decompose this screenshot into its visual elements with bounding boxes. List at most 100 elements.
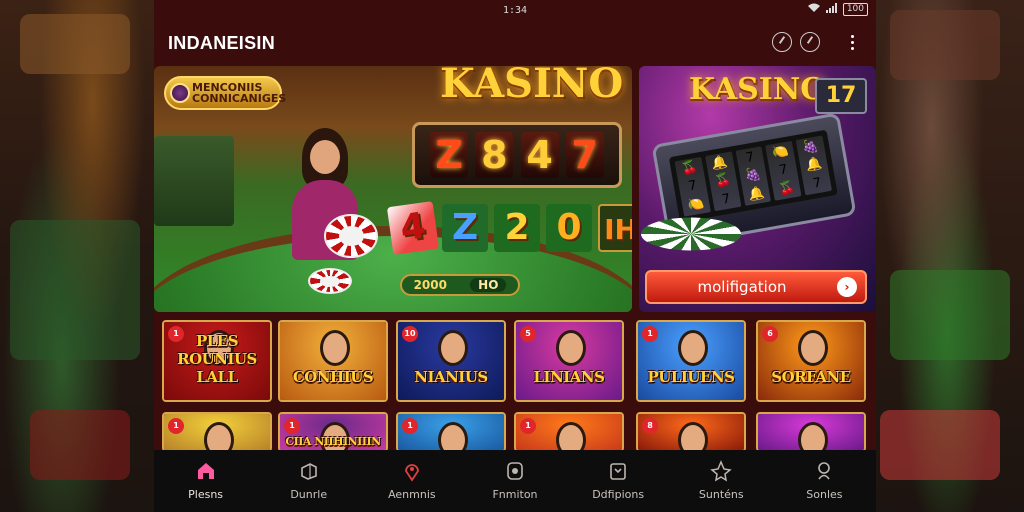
hero-banner-side[interactable]: KASINO 17 🍒 7 🍋 🔔 🍒 7 7 🍇 🔔 🍋 7 🍒 🍇 🔔 7 molifigati… (639, 66, 876, 312)
nav-item[interactable]: Dunrle (257, 450, 360, 512)
app-actions (772, 32, 862, 52)
hero-banner-main[interactable]: MENCONIIS CONNICANIGES KASINO Z 8 4 7 4 … (154, 66, 632, 312)
bet-value: HO (470, 278, 507, 292)
poker-chip-icon (324, 214, 378, 258)
search-icon (813, 460, 835, 482)
game-tile[interactable]: 5 LINIANS (514, 320, 624, 402)
app-title: INDANEISIN (168, 32, 276, 53)
app-screen: 1:34 100 INDANEISIN MENCONIIS CONNICANIG… (154, 0, 876, 512)
nav-item[interactable]: Fnmiton (463, 450, 566, 512)
nav-label: Fnmiton (492, 488, 538, 501)
game-badge: 8 (642, 418, 658, 434)
dice-icon (298, 460, 320, 482)
bet-pill: 2000 HO (400, 274, 520, 296)
game-tile[interactable]: 1 PULIUENS (636, 320, 746, 402)
nav-item[interactable]: Plesns (154, 450, 257, 512)
character-portrait (798, 422, 828, 450)
arrow-right-icon: › (837, 277, 857, 297)
game-badge: 1 (642, 326, 658, 342)
number-tile: 2 (494, 204, 540, 252)
game-tile[interactable]: 6 SORFANE (756, 320, 866, 402)
status-bar: 1:34 100 (154, 0, 876, 20)
poker-chip-icon (308, 268, 352, 294)
game-badge: 10 (402, 326, 418, 342)
nav-label: Dunrle (290, 488, 328, 501)
character-portrait (204, 422, 234, 450)
character-portrait (556, 422, 586, 450)
game-tile[interactable]: 1 CIIA NIIHINIIIN (278, 412, 388, 452)
background-table (154, 136, 234, 226)
welcome-badge-text: MENCONIIS CONNICANIGES (192, 81, 287, 105)
game-tile[interactable]: 1 (162, 412, 272, 452)
nav-item[interactable]: Ddfipions (567, 450, 670, 512)
nav-label: Aenmnis (388, 488, 436, 501)
game-tile[interactable]: CONHIUS (278, 320, 388, 402)
backdrop-left (0, 0, 154, 512)
game-badge: 1 (402, 418, 418, 434)
character-portrait (438, 330, 468, 366)
location-icon (401, 460, 423, 482)
game-tile[interactable]: 1 PLES ROUNIUS LALL (162, 320, 272, 402)
cta-button[interactable]: molifigation › (645, 270, 867, 304)
game-tile[interactable]: 8 (636, 412, 746, 452)
number-tile: 4 (386, 201, 440, 255)
number-tile: 0 (546, 204, 592, 252)
character-portrait (678, 330, 708, 366)
nav-item[interactable]: Sonles (773, 450, 876, 512)
game-tile[interactable] (756, 412, 866, 452)
calendar-icon (607, 460, 629, 482)
nav-label: Plesns (188, 488, 224, 501)
status-time: 1:34 (502, 4, 528, 16)
game-tile[interactable]: 10 NIANIUS (396, 320, 506, 402)
game-badge: 1 (168, 418, 184, 434)
number-tiles: 4 Z 2 0 IH (386, 201, 632, 255)
number-tile: Z (442, 204, 488, 252)
character-portrait (438, 422, 468, 450)
battery-icon: 100 (842, 3, 868, 16)
card-icon (504, 460, 526, 482)
bottom-nav: Plesns Dunrle Aenmnis Fnmiton Ddfipions Sunté… (154, 450, 876, 512)
reel-digit: 8 (475, 132, 514, 178)
status-icons: 100 (807, 3, 868, 16)
hero-side-title: KASINO (689, 72, 827, 107)
game-title: NIANIUS (414, 368, 488, 386)
reel-digit: 4 (520, 132, 559, 178)
nav-label: Ddfipions (592, 488, 645, 501)
reel-display: Z 8 4 7 (412, 122, 622, 188)
game-badge: 5 (520, 326, 536, 342)
poker-chip-stack-icon (641, 217, 741, 251)
nav-item[interactable]: Aenmnis (360, 450, 463, 512)
signal-icon (825, 3, 838, 16)
bet-value: 2000 (413, 278, 447, 292)
cta-label: molifigation (697, 278, 787, 296)
coin-icon (170, 83, 190, 103)
game-title: CONHIUS (292, 368, 374, 386)
badge-number: 17 (815, 78, 867, 114)
nav-item[interactable]: Sunténs (670, 450, 773, 512)
nav-label: Sunténs (698, 488, 744, 501)
games-grid: 1 PLES ROUNIUS LALL CONHIUS 10 NIANIUS 5 LINIA… (154, 316, 876, 452)
more-menu-icon[interactable] (842, 32, 862, 52)
game-badge: 1 (520, 418, 536, 434)
character-portrait (678, 422, 708, 450)
nav-label: Sonles (806, 488, 843, 501)
game-title: CIIA NIIHINIIIN (285, 435, 381, 448)
game-tile[interactable]: 1 (396, 412, 506, 452)
game-tile[interactable]: 1 (514, 412, 624, 452)
reel-digit: Z (430, 132, 469, 178)
game-badge: 6 (762, 326, 778, 342)
timer-icon[interactable] (772, 32, 792, 52)
star-icon (710, 460, 733, 482)
number-tile: IH (598, 204, 632, 252)
game-badge: 1 (284, 418, 300, 434)
character-portrait (798, 330, 828, 366)
game-title: SORFANE (771, 368, 851, 386)
app-bar: INDANEISIN (154, 20, 876, 66)
home-icon (195, 460, 217, 482)
game-title: PLES ROUNIUS LALL (177, 332, 257, 386)
clock-icon[interactable] (800, 32, 820, 52)
character-portrait (320, 330, 350, 366)
wifi-icon (807, 3, 821, 16)
game-title: LINIANS (533, 368, 605, 386)
backdrop-right (870, 0, 1024, 512)
